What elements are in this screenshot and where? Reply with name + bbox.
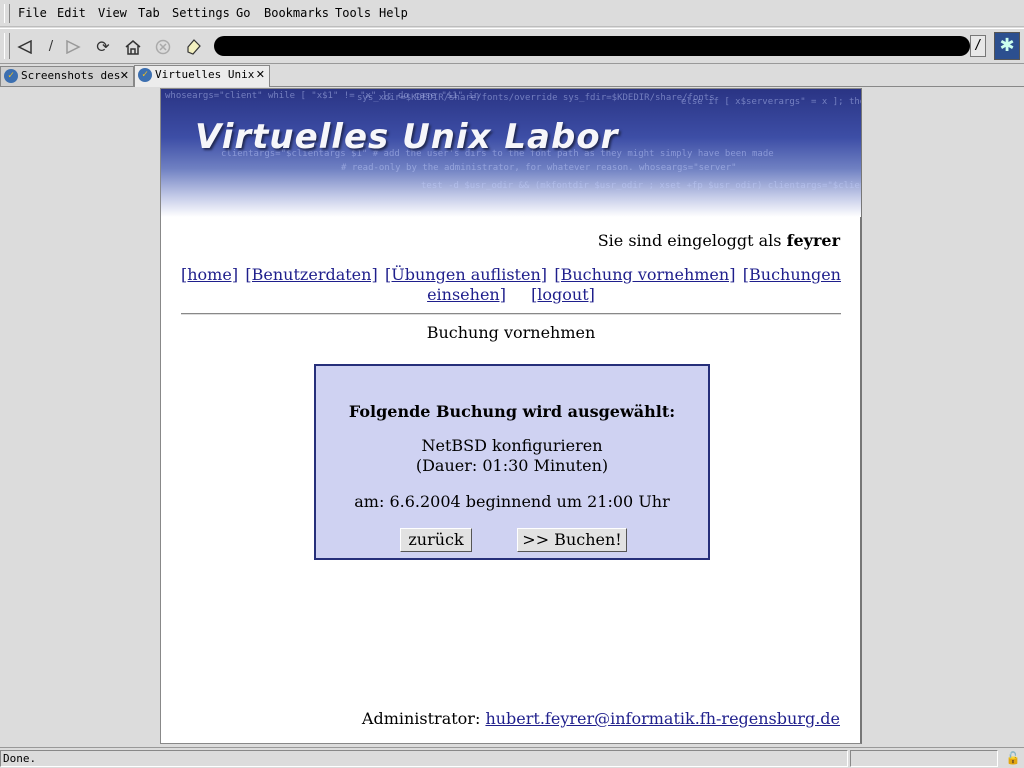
nav-link-view-bookings-part2[interactable]: einsehen] [427,285,506,304]
booking-box-title: Folgende Buchung wird ausgewählt: [348,402,676,421]
back-arrow-icon [17,40,32,54]
bookmark-icon [187,39,201,55]
menu-bar-grip[interactable] [4,4,10,23]
home-button[interactable] [122,36,144,58]
admin-label: Administrator: [361,709,486,728]
status-text: Done. [0,750,848,767]
booking-course: NetBSD konfigurieren [421,436,603,455]
admin-contact: Administrator: hubert.feyrer@informatik.… [362,709,840,728]
tab-virtuelles-unix[interactable]: ✓ Virtuelles Unix ✕ [134,65,270,87]
menu-settings[interactable]: Settings [172,6,230,20]
security-lock-icon[interactable]: 🔓 [1004,750,1022,767]
tab-label: Screenshots des [21,69,121,82]
main-navigation: [home] [Benutzerdaten] [Übungen aufliste… [181,265,841,305]
nav-link-exercises[interactable]: [Übungen auflisten] [385,265,547,285]
forward-arrow-icon [66,40,81,54]
admin-email-link[interactable]: hubert.feyrer@informatik.fh-regensburg.d… [485,709,840,728]
back-button[interactable] [14,36,36,58]
page-heading: Buchung vornehmen [426,323,596,342]
forward-button[interactable] [62,36,84,58]
login-prefix: Sie sind eingeloggt als [597,231,787,250]
menu-help[interactable]: Help [379,6,408,20]
content-viewport[interactable]: whoseargs="client" while [ "x$1" != "x" … [0,88,1024,746]
menu-bookmarks[interactable]: Bookmarks [264,6,329,20]
divider [181,313,841,315]
close-icon[interactable]: ✕ [256,66,265,84]
banner-title: Virtuelles Unix Labor [195,117,619,157]
browser-favicon-icon: ✓ [138,68,152,82]
bookmark-button[interactable] [182,36,204,58]
tab-bar: ✓ Screenshots des ✕ ✓ Virtuelles Unix ✕ [0,65,1024,87]
banner-decoration: # read-only by the administrator, for wh… [341,163,737,173]
nav-link-home[interactable]: [home] [181,265,238,285]
menu-tab[interactable]: Tab [138,6,160,20]
menu-go[interactable]: Go [236,6,250,20]
nav-link-view-bookings-part1[interactable]: [Buchungen [743,265,841,285]
login-status: Sie sind eingeloggt als feyrer [598,231,840,250]
url-dropdown-button[interactable]: / [970,35,986,57]
browser-favicon-icon: ✓ [4,69,18,83]
navigation-toolbar: / ⟳ / ✱ [0,28,1024,64]
menu-view[interactable]: View [98,6,127,20]
nav-link-make-booking[interactable]: [Buchung vornehmen] [554,265,735,285]
site-banner: whoseargs="client" while [ "x$1" != "x" … [161,89,861,217]
toolbar-grip[interactable] [4,33,10,59]
booking-duration: (Dauer: 01:30 Minuten) [415,456,609,475]
book-button[interactable]: >> Buchen! [517,528,627,552]
banner-decoration: sys_xdir=$KDEDIR/share/fonts/override sy… [357,93,715,103]
login-username: feyrer [786,231,840,250]
home-icon [125,40,141,55]
progress-panel [850,750,998,767]
web-page: whoseargs="client" while [ "x$1" != "x" … [160,88,862,744]
status-bar: Done. 🔓 [0,747,1024,768]
url-input[interactable] [214,36,970,56]
close-icon[interactable]: ✕ [120,67,129,85]
booking-date: am: 6.6.2004 beginnend um 21:00 Uhr [354,492,670,511]
banner-decoration: test -d $usr_odir && (mkfontdir $usr_odi… [421,181,861,191]
menu-edit[interactable]: Edit [57,6,86,20]
banner-decoration: else if [ x$serverargs" = x ]; then serv… [681,97,861,107]
stop-button[interactable] [152,36,174,58]
menu-bar: File Edit View Tab Settings Go Bookmarks… [0,0,1024,27]
nav-link-logout[interactable]: [logout] [531,285,595,304]
menu-file[interactable]: File [18,6,47,20]
tab-label: Virtuelles Unix [155,68,255,81]
stop-icon [155,39,171,55]
booking-confirmation-box: Folgende Buchung wird ausgewählt: NetBSD… [314,364,710,560]
throbber-icon: ✱ [994,32,1020,60]
reload-button[interactable]: ⟳ [92,36,114,58]
reload-icon: ⟳ [96,37,110,56]
nav-link-userdata[interactable]: [Benutzerdaten] [245,265,377,285]
back-button-form[interactable]: zurück [400,528,472,552]
menu-tools[interactable]: Tools [335,6,371,20]
tab-screenshots[interactable]: ✓ Screenshots des ✕ [0,66,134,86]
history-dropdown[interactable]: / [40,36,62,58]
